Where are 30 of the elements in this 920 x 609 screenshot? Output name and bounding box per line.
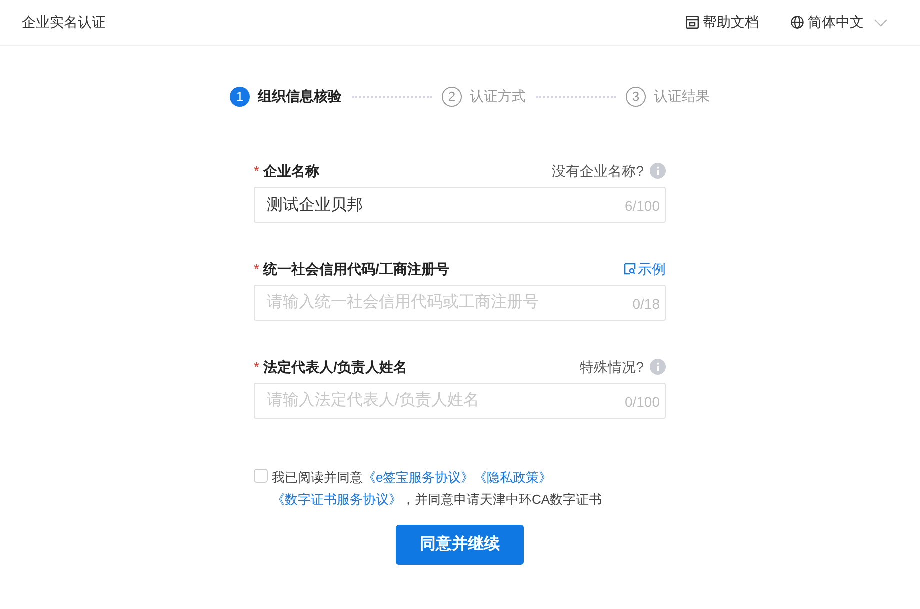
help-docs-link[interactable]: 帮助文档	[686, 12, 759, 33]
image-search-icon	[624, 263, 636, 275]
step: 2 认证方式	[442, 86, 526, 107]
agreement-link[interactable]: 《数字证书服务协议》	[272, 492, 402, 507]
character-counter: 6/100	[624, 197, 660, 216]
step: 3 认证结果	[626, 86, 710, 107]
chevron-down-icon	[874, 18, 888, 26]
info-icon[interactable]	[650, 359, 666, 375]
checkbox[interactable]	[254, 469, 268, 483]
globe-icon	[791, 16, 804, 29]
example-link[interactable]: 示例	[624, 258, 666, 280]
help-text: 特殊情况?	[580, 358, 644, 376]
field-label: 统一社会信用代码/工商注册号	[263, 260, 450, 278]
character-counter: 0/18	[632, 295, 660, 314]
agreement-link[interactable]: 《隐私政策》	[474, 470, 552, 485]
step: 1 组织信息核验	[230, 86, 342, 107]
help-text: 没有企业名称?	[552, 162, 644, 180]
required-asterisk: *	[254, 358, 260, 376]
info-icon[interactable]	[650, 163, 666, 179]
field-label: 企业名称	[263, 162, 320, 180]
agreement-link[interactable]: 《e签宝服务协议》	[363, 470, 474, 485]
field-label: 法定代表人/负责人姓名	[263, 358, 408, 377]
agree-continue-button[interactable]: 同意并继续	[396, 525, 524, 565]
required-asterisk: *	[254, 162, 260, 180]
page-title: 企业实名认证	[22, 13, 106, 32]
document-icon	[686, 16, 699, 29]
character-counter: 0/100	[624, 393, 660, 412]
language-dropdown[interactable]: 简体中文	[791, 12, 888, 33]
required-asterisk: *	[254, 260, 260, 278]
agreement-text: 我已阅读并同意《e签宝服务协议》《隐私政策》 《数字证书服务协议》，并同意申请天津中环CA数字证书	[272, 469, 604, 509]
